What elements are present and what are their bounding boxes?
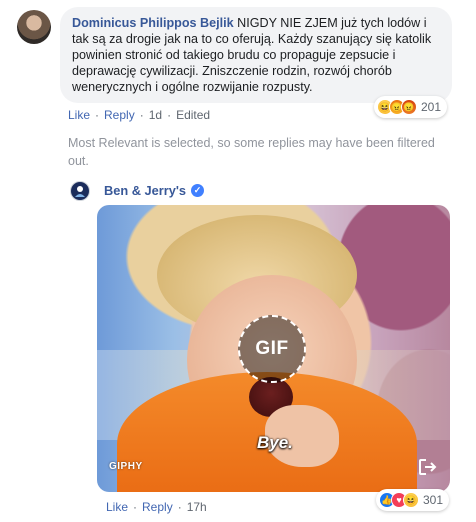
- reply-author-row: Ben & Jerry's ✓: [104, 183, 204, 198]
- brand-avatar[interactable]: [70, 181, 90, 201]
- gif-attachment[interactable]: GIF Bye. GIPHY: [97, 205, 450, 492]
- open-external-icon[interactable]: [418, 458, 438, 476]
- reply-reply-link[interactable]: Reply: [142, 500, 173, 514]
- reply-author[interactable]: Ben & Jerry's: [104, 183, 186, 198]
- giphy-label[interactable]: GIPHY: [109, 461, 143, 472]
- comment-text-block: Dominicus Philippos Bejlik NIGDY NIE ZJE…: [72, 15, 440, 95]
- comment-like-link[interactable]: Like: [68, 108, 90, 122]
- separator-dot: ·: [177, 500, 182, 514]
- reply-reactions[interactable]: 👍 ♥ 😆 301: [376, 489, 450, 511]
- gif-caption: Bye.: [257, 433, 293, 452]
- verified-check-icon: ✓: [191, 184, 204, 197]
- comment-reply-link[interactable]: Reply: [104, 108, 135, 122]
- separator-dot: ·: [139, 108, 144, 122]
- brand-logo-icon: [75, 186, 85, 197]
- reply-reaction-count: 301: [423, 493, 444, 507]
- comment-edited-label[interactable]: Edited: [176, 108, 210, 122]
- separator-dot: ·: [95, 108, 100, 122]
- comment-actions: Like · Reply · 1d · Edited: [68, 108, 210, 122]
- gif-play-button[interactable]: GIF: [238, 315, 306, 383]
- comment-timestamp[interactable]: 1d: [149, 108, 162, 122]
- angry-reaction-icon-2: 😠: [401, 99, 417, 115]
- separator-dot: ·: [167, 108, 172, 122]
- haha-reaction-icon: 😆: [403, 492, 419, 508]
- commenter-avatar[interactable]: [17, 10, 51, 44]
- comment-reactions[interactable]: 😆 😠 😠 201: [374, 96, 448, 118]
- reply-timestamp[interactable]: 17h: [187, 500, 207, 514]
- filter-notice: Most Relevant is selected, so some repli…: [68, 136, 435, 168]
- separator-dot: ·: [133, 500, 138, 514]
- reply-like-link[interactable]: Like: [106, 500, 128, 514]
- reply-actions: Like · Reply · 17h: [106, 500, 207, 514]
- comment-reaction-count: 201: [421, 100, 442, 114]
- comment-author[interactable]: Dominicus Philippos Bejlik: [72, 16, 234, 30]
- comment-bubble: Dominicus Philippos Bejlik NIGDY NIE ZJE…: [60, 7, 452, 103]
